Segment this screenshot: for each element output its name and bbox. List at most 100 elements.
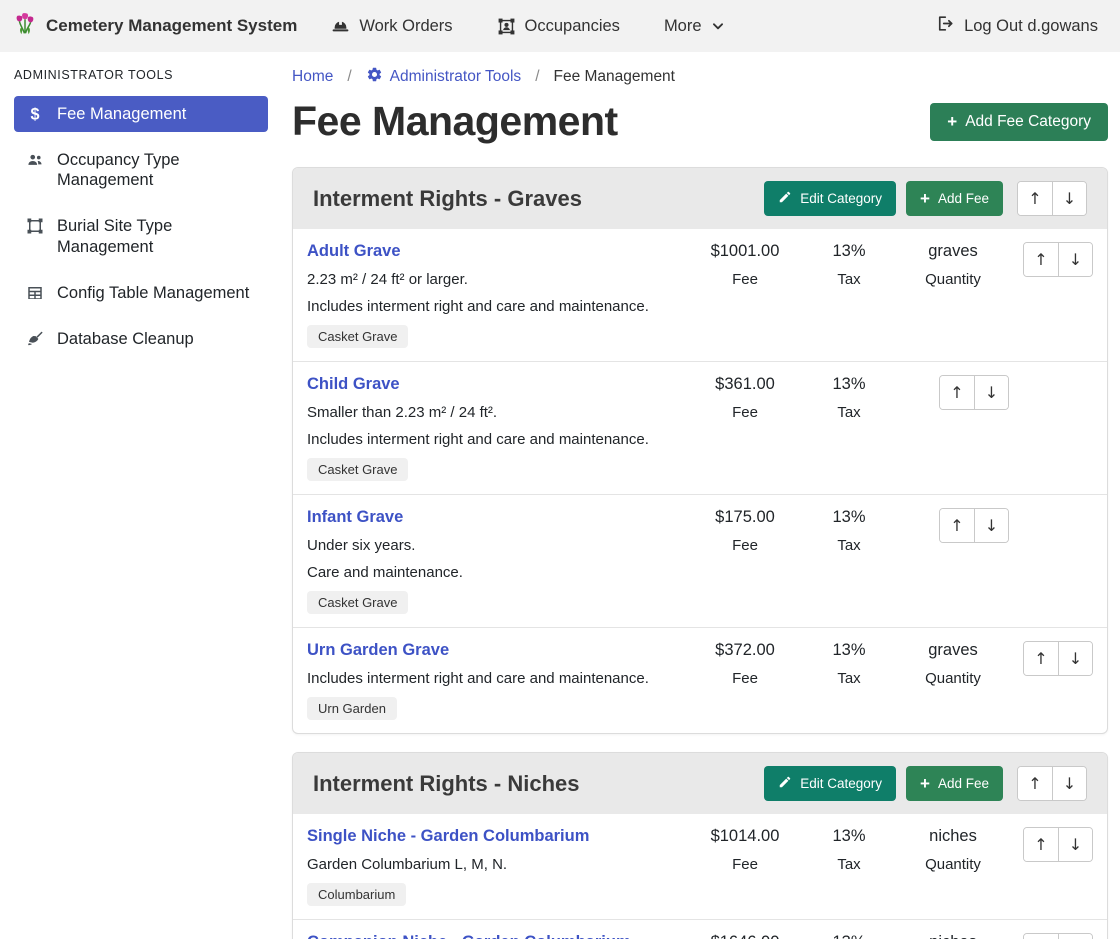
category-title: Interment Rights - Niches (313, 771, 579, 797)
add-fee-button[interactable]: + Add Fee (906, 766, 1003, 801)
move-category-up-button[interactable]: ↑ (1018, 767, 1052, 800)
sidebar-item-config-table-management[interactable]: Config Table Management (14, 275, 268, 311)
move-fee-down-button[interactable]: ↓ (974, 509, 1008, 542)
move-fee-down-button[interactable]: ↓ (1058, 642, 1092, 675)
vector-square-icon (24, 217, 46, 235)
app-brand[interactable]: Cemetery Management System (12, 11, 297, 42)
plus-icon: + (920, 775, 930, 792)
fee-name-link[interactable]: Single Niche - Garden Columbarium (307, 827, 589, 846)
logout-label: Log Out d.gowans (964, 17, 1098, 36)
svg-text:$: $ (30, 105, 39, 123)
fee-name-link[interactable]: Adult Grave (307, 242, 401, 261)
fee-tax: 13% (801, 242, 897, 261)
fee-name-link[interactable]: Companion Niche - Garden Columbarium (307, 933, 631, 939)
nav-work-orders[interactable]: Work Orders (331, 17, 452, 36)
sidebar-item-occupancy-type-management[interactable]: Occupancy Type Management (14, 142, 268, 198)
fee-reorder-group: ↑ ↓ (1023, 933, 1093, 939)
broom-icon (24, 330, 46, 348)
fee-tax: 13% (801, 375, 897, 394)
tulip-logo-icon (12, 11, 38, 42)
breadcrumb-current: Fee Management (554, 68, 676, 86)
page-title: Fee Management (292, 98, 618, 145)
nav-more[interactable]: More (664, 17, 725, 36)
fee-quantity-cell: graves Quantity (897, 641, 1009, 687)
fee-info: Adult Grave 2.23 m² / 24 ft² or larger. … (307, 242, 689, 348)
fee-quantity-cell: niches Quantity (897, 933, 1009, 939)
move-fee-down-button[interactable]: ↓ (1058, 934, 1092, 939)
edit-category-button[interactable]: Edit Category (764, 766, 896, 801)
main-nav: Work Orders Occupancies More (331, 17, 724, 36)
move-fee-up-button[interactable]: ↑ (940, 376, 974, 409)
plus-icon: + (947, 113, 957, 130)
sidebar-item-burial-site-type-management[interactable]: Burial Site Type Management (14, 208, 268, 264)
breadcrumb-home-link[interactable]: Home (292, 68, 333, 86)
hard-hat-icon (331, 17, 350, 36)
breadcrumb-separator: / (347, 68, 351, 86)
sidebar-item-database-cleanup[interactable]: Database Cleanup (14, 321, 268, 357)
fee-row: Infant Grave Under six years. Care and m… (293, 494, 1107, 627)
fee-name-link[interactable]: Infant Grave (307, 508, 403, 527)
fee-tag-badge: Casket Grave (307, 325, 408, 348)
logout-button[interactable]: Log Out d.gowans (935, 14, 1098, 38)
move-category-down-button[interactable]: ↓ (1052, 767, 1086, 800)
fee-tax-cell: 13% Tax (801, 242, 897, 288)
sidebar-item-label: Fee Management (57, 104, 186, 124)
fee-tax-cell: 13% Tax (801, 933, 897, 939)
move-category-down-button[interactable]: ↓ (1052, 182, 1086, 215)
fee-description-1: Smaller than 2.23 m² / 24 ft². (307, 404, 689, 421)
fee-description-1: Under six years. (307, 537, 689, 554)
fee-amount: $1646.00 (689, 933, 801, 939)
category-title: Interment Rights - Graves (313, 186, 582, 212)
category-header: Interment Rights - Graves Edit Category … (293, 168, 1107, 229)
fee-reorder-group: ↑ ↓ (1023, 242, 1093, 277)
move-fee-up-button[interactable]: ↑ (1024, 828, 1058, 861)
move-fee-down-button[interactable]: ↓ (1058, 828, 1092, 861)
breadcrumb: Home / Administrator Tools / Fee Managem… (292, 66, 1108, 88)
fee-reorder-group: ↑ ↓ (1023, 827, 1093, 862)
add-fee-label: Add Fee (938, 191, 989, 206)
category-header: Interment Rights - Niches Edit Category … (293, 753, 1107, 814)
move-fee-down-button[interactable]: ↓ (1058, 243, 1092, 276)
fee-rows: Single Niche - Garden Columbarium Garden… (293, 814, 1107, 939)
top-navbar: Cemetery Management System Work Orders (0, 0, 1120, 52)
fee-amount: $1001.00 (689, 242, 801, 261)
fee-tax: 13% (801, 641, 897, 660)
fee-amount: $1014.00 (689, 827, 801, 846)
nav-work-orders-label: Work Orders (359, 17, 452, 36)
category-reorder-group: ↑ ↓ (1017, 181, 1087, 216)
fee-amount-label: Fee (689, 404, 801, 421)
breadcrumb-separator: / (535, 68, 539, 86)
add-fee-category-button[interactable]: + Add Fee Category (930, 103, 1108, 141)
fee-description-1: Garden Columbarium L, M, N. (307, 856, 689, 873)
edit-category-button[interactable]: Edit Category (764, 181, 896, 216)
nav-occupancies[interactable]: Occupancies (497, 17, 620, 36)
move-fee-down-button[interactable]: ↓ (974, 376, 1008, 409)
occupancy-frame-icon (497, 17, 516, 36)
fee-tax-label: Tax (801, 856, 897, 873)
move-fee-up-button[interactable]: ↑ (1024, 642, 1058, 675)
move-fee-up-button[interactable]: ↑ (940, 509, 974, 542)
move-fee-up-button[interactable]: ↑ (1024, 934, 1058, 939)
sidebar-item-fee-management[interactable]: $ Fee Management (14, 96, 268, 132)
fee-amount-cell: $372.00 Fee (689, 641, 801, 687)
fee-tax: 13% (801, 508, 897, 527)
fee-reorder-group: ↑ ↓ (939, 375, 1009, 410)
logout-icon (935, 14, 954, 38)
sidebar-items: $ Fee Management Occupancy Type Management… (14, 96, 268, 357)
fee-name-link[interactable]: Child Grave (307, 375, 400, 394)
nav-more-label: More (664, 17, 702, 36)
fee-tag-badge: Casket Grave (307, 591, 408, 614)
move-category-up-button[interactable]: ↑ (1018, 182, 1052, 215)
fee-name-link[interactable]: Urn Garden Grave (307, 641, 449, 660)
move-fee-up-button[interactable]: ↑ (1024, 243, 1058, 276)
fee-tax-label: Tax (801, 271, 897, 288)
fee-description-1: 2.23 m² / 24 ft² or larger. (307, 271, 689, 288)
users-icon (24, 151, 46, 169)
fee-amount-label: Fee (689, 670, 801, 687)
breadcrumb-admin-tools-link[interactable]: Administrator Tools (366, 66, 522, 88)
fee-amount-label: Fee (689, 856, 801, 873)
fee-tag-badge: Columbarium (307, 883, 406, 906)
categories: Interment Rights - Graves Edit Category … (292, 167, 1108, 939)
add-fee-button[interactable]: + Add Fee (906, 181, 1003, 216)
fee-row: Adult Grave 2.23 m² / 24 ft² or larger. … (293, 229, 1107, 361)
